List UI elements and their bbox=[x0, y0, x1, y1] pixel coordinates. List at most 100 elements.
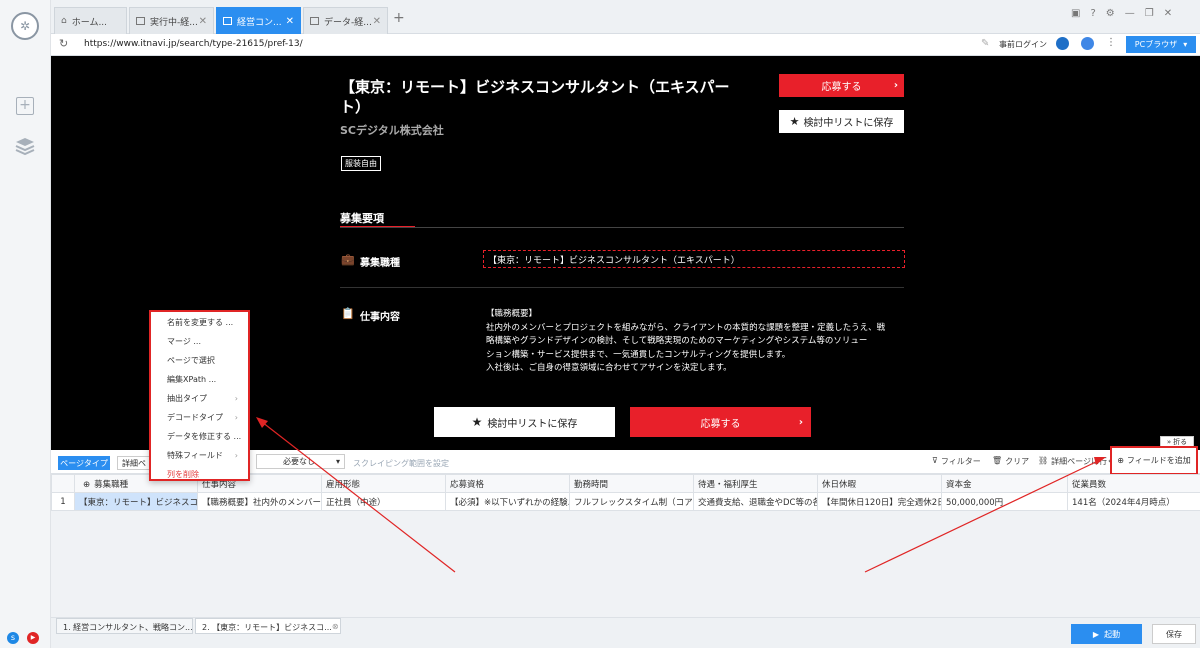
detail-page-select[interactable]: 詳細ペ bbox=[117, 456, 151, 470]
close-icon[interactable]: ✕ bbox=[286, 16, 294, 27]
desc-line: ション構築・サービス提供まで、一気通貫したコンサルティングを提供します。 bbox=[486, 349, 791, 360]
go-detail-button[interactable]: ⛓ 詳細ページに行く bbox=[1038, 456, 1115, 467]
clear-button[interactable]: 🗑 クリア bbox=[992, 456, 1029, 467]
bottom-save-label: 検討中リストに保存 bbox=[487, 418, 578, 430]
save-list-button[interactable]: ★ 検討中リストに保存 bbox=[779, 110, 904, 133]
table-cell[interactable]: 【年間休日120日】完全週休2日... bbox=[817, 492, 942, 511]
column-header[interactable]: 雇用形態 bbox=[321, 474, 446, 493]
chevron-right-icon: › bbox=[234, 394, 238, 403]
menu-item-delete-column[interactable]: 列を削除 bbox=[151, 465, 248, 484]
refresh-icon[interactable]: ↻ bbox=[59, 37, 68, 50]
pc-browser-label: PCブラウザ bbox=[1134, 40, 1178, 49]
go-detail-label: 詳細ページに行く bbox=[1051, 457, 1115, 466]
gift-icon[interactable]: ▣ bbox=[1071, 8, 1080, 24]
close-icon[interactable]: ✕ bbox=[199, 16, 207, 27]
minimize-icon[interactable]: — bbox=[1125, 8, 1135, 24]
bottom-apply-button[interactable]: 応募する › bbox=[630, 407, 811, 437]
more-icon[interactable]: ⋮ bbox=[1106, 37, 1116, 48]
url-field[interactable]: https://www.itnavi.jp/search/type-21615/… bbox=[84, 39, 303, 49]
bottom-tab-2[interactable]: 2. 【東京：リモート】ビジネスコ... ⊗ bbox=[195, 618, 341, 634]
necessary-select[interactable]: 必要なし ▾ bbox=[256, 454, 345, 469]
table-cell[interactable]: 50,000,000円 bbox=[941, 492, 1068, 511]
menu-item-merge[interactable]: マージ ... bbox=[151, 332, 248, 351]
column-header[interactable]: 応募資格 bbox=[445, 474, 570, 493]
filter-label: フィルター bbox=[940, 457, 981, 466]
divider bbox=[340, 287, 904, 288]
save-button[interactable]: 保存 bbox=[1152, 624, 1196, 644]
column-header[interactable]: 休日休暇 bbox=[817, 474, 942, 493]
table-cell[interactable]: 【職務概要】社内外のメンバー... bbox=[197, 492, 322, 511]
restore-icon[interactable]: ❐ bbox=[1145, 8, 1154, 24]
menu-item-extract-type[interactable]: 抽出タイプ › bbox=[151, 389, 248, 408]
tab-bar: ⌂ ホーム... 実行中-経... ✕ 経営コン... ✕ データ-経... ✕… bbox=[51, 0, 1200, 34]
field-value-position[interactable]: 【東京：リモート】ビジネスコンサルタント（エキスパート） bbox=[483, 250, 905, 268]
close-window-icon[interactable]: ✕ bbox=[1164, 8, 1172, 24]
briefcase-icon: 💼 bbox=[341, 253, 355, 266]
column-header[interactable]: 従業員数 bbox=[1067, 474, 1200, 493]
bottom-save-list-button[interactable]: ★ 検討中リストに保存 bbox=[434, 407, 615, 437]
tab-label: 経営コン... bbox=[237, 17, 282, 28]
bottom-tab-1[interactable]: 1. 経営コンサルタント、戦略コン... bbox=[56, 618, 193, 634]
help-icon[interactable]: ? bbox=[1090, 8, 1095, 24]
pc-browser-button[interactable]: PCブラウザ ▾ bbox=[1126, 36, 1196, 53]
column-header[interactable]: 待遇・福利厚生 bbox=[693, 474, 818, 493]
user-icon-2[interactable] bbox=[1081, 37, 1094, 50]
tab-label: データ-経... bbox=[324, 17, 372, 28]
necessary-label: 必要なし bbox=[283, 457, 315, 466]
table-cell[interactable]: 141名（2024年4月時点） bbox=[1067, 492, 1200, 511]
menu-item-special-field[interactable]: 特殊フィールド › bbox=[151, 446, 248, 465]
chevron-down-icon: ▾ bbox=[335, 457, 340, 466]
company-name: SCデジタル株式会社 bbox=[340, 124, 444, 137]
edit-icon[interactable]: ✎ bbox=[981, 38, 989, 49]
table-cell[interactable]: フルフレックスタイム制（コア... bbox=[569, 492, 694, 511]
apply-label: 応募する bbox=[821, 82, 862, 93]
app-logo-icon: ✲ bbox=[11, 12, 39, 40]
home-icon: ⌂ bbox=[61, 16, 67, 26]
close-icon[interactable]: ⊗ bbox=[332, 622, 339, 631]
chevron-right-icon: › bbox=[234, 451, 238, 460]
star-icon: ★ bbox=[789, 115, 800, 128]
tab-data[interactable]: データ-経... ✕ bbox=[303, 7, 388, 34]
skype-icon[interactable]: s bbox=[7, 632, 19, 644]
bottom-tab-label: 1. 経営コンサルタント、戦略コン... bbox=[63, 623, 193, 632]
menu-item-modify-data[interactable]: データを修正する ... bbox=[151, 427, 248, 446]
menu-item-edit-xpath[interactable]: 編集XPath ... bbox=[151, 370, 248, 389]
row-index: 1 bbox=[51, 492, 75, 511]
table-cell[interactable]: 【東京：リモート】ビジネスコ... bbox=[74, 492, 198, 511]
bottom-tab-label: 2. 【東京：リモート】ビジネスコ... bbox=[202, 623, 332, 632]
page-type-button[interactable]: ページタイプ bbox=[58, 456, 110, 470]
double-chevron-down-icon: » bbox=[1166, 438, 1172, 446]
login-button[interactable]: 事前ログイン bbox=[999, 39, 1047, 50]
scraping-range-link[interactable]: スクレイピング範囲を設定 bbox=[353, 458, 449, 469]
layers-icon[interactable] bbox=[14, 136, 36, 156]
new-task-icon[interactable]: + bbox=[16, 97, 34, 115]
table-row[interactable]: 1 【東京：リモート】ビジネスコ... 【職務概要】社内外のメンバー... 正社… bbox=[51, 492, 1200, 511]
gear-icon[interactable]: ⚙ bbox=[1106, 8, 1115, 24]
close-icon[interactable]: ✕ bbox=[373, 16, 381, 27]
tab-running[interactable]: 実行中-経... ✕ bbox=[129, 7, 214, 34]
new-tab-button[interactable]: + bbox=[393, 10, 405, 26]
table-cell[interactable]: 交通費支給、退職金やDC等の各... bbox=[693, 492, 818, 511]
filter-button[interactable]: ⊽ フィルター bbox=[932, 456, 981, 467]
window-icon bbox=[223, 17, 232, 25]
left-sidebar: ✲ + s ▶ bbox=[0, 0, 51, 648]
table-cell[interactable]: 【必須】※以下いずれかの経験... bbox=[445, 492, 570, 511]
trash-icon: 🗑 bbox=[992, 456, 1003, 465]
desc-heading: 【職務概要】 bbox=[486, 309, 538, 319]
user-icon-1[interactable] bbox=[1056, 37, 1069, 50]
apply-button[interactable]: 応募する › bbox=[779, 74, 904, 97]
menu-item-decode-type[interactable]: デコードタイプ › bbox=[151, 408, 248, 427]
tab-consultant[interactable]: 経営コン... ✕ bbox=[216, 7, 301, 34]
column-header[interactable]: 資本金 bbox=[941, 474, 1068, 493]
duties-description: 【職務概要】 社内外のメンバーとプロジェクトを組みながら、クライアントの本質的な… bbox=[486, 308, 906, 376]
tab-home[interactable]: ⌂ ホーム... bbox=[54, 7, 127, 34]
youtube-icon[interactable]: ▶ bbox=[27, 632, 39, 644]
chevron-right-icon: › bbox=[798, 416, 803, 428]
menu-item-rename[interactable]: 名前を変更する ... bbox=[151, 313, 248, 332]
column-header[interactable]: 勤務時間 bbox=[569, 474, 694, 493]
table-cell[interactable]: 正社員（中途） bbox=[321, 492, 446, 511]
add-field-button[interactable]: ⊕ フィールドを追加 bbox=[1110, 446, 1198, 475]
window-controls: ▣ ? ⚙ — ❐ ✕ bbox=[1071, 8, 1199, 24]
menu-item-select-in-page[interactable]: ページで選択 bbox=[151, 351, 248, 370]
start-button[interactable]: ▶ 起動 bbox=[1071, 624, 1142, 644]
